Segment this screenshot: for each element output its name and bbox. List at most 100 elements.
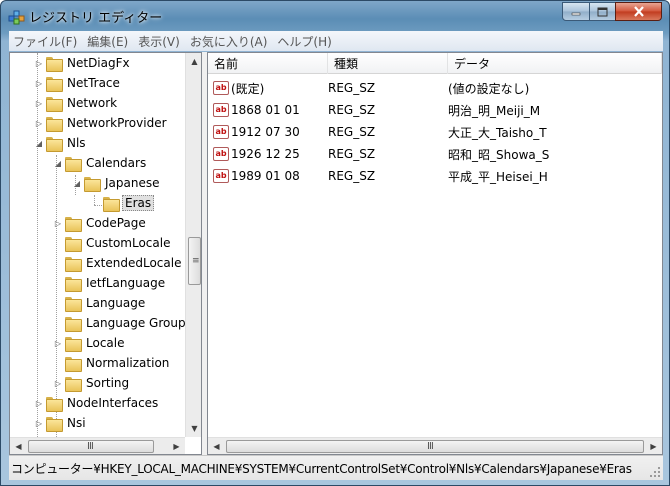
folder-icon (65, 276, 82, 292)
folder-icon (65, 156, 82, 172)
tree-item-calendars[interactable]: ◢ Calendars (53, 153, 148, 173)
menu-file[interactable]: ファイル(F) (9, 33, 81, 50)
folder-icon (65, 356, 82, 372)
status-bar: コンピューター¥HKEY_LOCAL_MACHINE¥SYSTEM¥Curren… (9, 455, 663, 480)
column-header-data[interactable]: データ (448, 53, 662, 74)
value-row[interactable]: ab 1912 07 30 REG_SZ 大正_大_Taisho_T (208, 121, 662, 143)
tree-item-label: Nsi (67, 416, 86, 430)
string-value-icon: ab (213, 81, 229, 95)
tree-item-label: Eras (122, 195, 155, 211)
value-row[interactable]: ab 1868 01 01 REG_SZ 明治_明_Meiji_M (208, 99, 662, 121)
tree-item-japanese[interactable]: ◢ Japanese (72, 173, 162, 193)
tree-item-normalization[interactable]: Normalization (63, 353, 171, 373)
tree-item-nodeinterfaces[interactable]: ▷ NodeInterfaces (34, 393, 160, 413)
folder-icon (46, 136, 63, 152)
value-row[interactable]: ab (既定) REG_SZ (値の設定なし) (208, 77, 662, 99)
close-icon (633, 6, 644, 17)
folder-icon (65, 236, 82, 252)
scroll-left-arrow-icon[interactable]: ◀ (10, 438, 27, 454)
value-data: 平成_平_Heisei_H (448, 169, 548, 184)
scroll-right-arrow-icon[interactable]: ▶ (645, 438, 662, 454)
title-bar[interactable]: レジストリ エディター (1, 1, 669, 31)
grip-icon: Ⅲ (87, 441, 94, 452)
value-data: (値の設定なし) (448, 81, 530, 96)
scroll-down-arrow-icon[interactable]: ▼ (186, 420, 201, 437)
folder-icon (65, 336, 82, 352)
tree-vertical-scrollbar[interactable]: ▲ ≡ ▼ (185, 53, 201, 437)
tree-item-language-group[interactable]: Language Group (63, 313, 186, 333)
tree-item-label: Language (86, 296, 146, 310)
expand-arrow-icon[interactable]: ▷ (34, 113, 44, 133)
tree-item-sorting[interactable]: ▷ Sorting (53, 373, 131, 393)
collapse-arrow-icon[interactable]: ◢ (34, 133, 44, 153)
scroll-right-arrow-icon[interactable]: ▶ (168, 438, 185, 454)
value-type: REG_SZ (328, 147, 376, 161)
tree-item-label: Network (67, 96, 118, 110)
key-tree[interactable]: ▷ NetDiagFx ▷ NetTrace ▷ Network ▷ Netwo… (9, 52, 202, 455)
expand-arrow-icon[interactable]: ▷ (53, 213, 63, 233)
tree-item-label: Language Group (86, 316, 186, 330)
tree-vertical-scroll-thumb[interactable]: ≡ (188, 237, 201, 285)
expand-arrow-icon[interactable]: ▷ (34, 53, 44, 73)
minimize-icon (571, 12, 581, 15)
tree-item-label: ExtendedLocale (86, 256, 182, 270)
folder-icon (46, 76, 63, 92)
column-header-type[interactable]: 種類 (328, 53, 448, 74)
value-type: REG_SZ (328, 125, 376, 139)
list-horizontal-scrollbar[interactable]: ◀ Ⅲ ▶ (208, 437, 662, 454)
tree-item-nsi[interactable]: ▷ Nsi (34, 413, 88, 433)
tree-guide-line (94, 195, 95, 205)
column-header-name[interactable]: 名前 (208, 53, 328, 74)
tree-item-label: Calendars (86, 156, 147, 170)
tree-item-nls[interactable]: ◢ Nls (34, 133, 88, 153)
tree-item-networkprovider[interactable]: ▷ NetworkProvider (34, 113, 169, 133)
client-area: ▷ NetDiagFx ▷ NetTrace ▷ Network ▷ Netwo… (9, 52, 663, 455)
folder-icon (65, 376, 82, 392)
folder-icon (46, 396, 63, 412)
menu-view[interactable]: 表示(V) (134, 33, 184, 50)
expand-arrow-icon[interactable]: ▷ (34, 413, 44, 433)
value-row[interactable]: ab 1989 01 08 REG_SZ 平成_平_Heisei_H (208, 165, 662, 187)
expand-arrow-icon[interactable]: ▷ (34, 393, 44, 413)
tree-content: ▷ NetDiagFx ▷ NetTrace ▷ Network ▷ Netwo… (10, 53, 186, 437)
tree-item-eras[interactable]: Eras (101, 193, 155, 213)
expand-arrow-icon[interactable]: ▷ (53, 333, 63, 353)
tree-item-netdiagfx[interactable]: ▷ NetDiagFx (34, 53, 132, 73)
list-horizontal-scroll-thumb[interactable]: Ⅲ (226, 440, 644, 453)
expand-arrow-icon[interactable]: ▷ (53, 373, 63, 393)
menu-help[interactable]: ヘルプ(H) (273, 33, 335, 50)
collapse-arrow-icon[interactable]: ◢ (53, 153, 63, 173)
tree-item-customlocale[interactable]: CustomLocale (63, 233, 172, 253)
value-name: 1989 01 08 (231, 169, 300, 183)
menu-favorites[interactable]: お気に入り(A) (186, 33, 272, 50)
menu-edit[interactable]: 編集(E) (83, 33, 132, 50)
collapse-arrow-icon[interactable]: ◢ (72, 173, 82, 193)
tree-item-ietflanguage[interactable]: IetfLanguage (63, 273, 167, 293)
tree-item-label: NetworkProvider (67, 116, 167, 130)
value-row[interactable]: ab 1926 12 25 REG_SZ 昭和_昭_Showa_S (208, 143, 662, 165)
value-list[interactable]: 名前 種類 データ ab (既定) REG_SZ (値の設定なし) ab 186… (207, 52, 663, 455)
folder-open-icon (103, 196, 120, 212)
value-name: (既定) (231, 81, 265, 96)
expand-arrow-icon[interactable]: ▷ (34, 93, 44, 113)
tree-item-extendedlocale[interactable]: ExtendedLocale (63, 253, 183, 273)
tree-horizontal-scrollbar[interactable]: ◀ Ⅲ ▶ (10, 437, 185, 454)
maximize-icon (597, 7, 608, 16)
tree-item-network[interactable]: ▷ Network (34, 93, 119, 113)
maximize-button[interactable] (589, 2, 616, 21)
tree-horizontal-scroll-thumb[interactable]: Ⅲ (28, 440, 154, 453)
menu-bar: ファイル(F) 編集(E) 表示(V) お気に入り(A) ヘルプ(H) (9, 31, 663, 51)
tree-item-language[interactable]: Language (63, 293, 147, 313)
minimize-button[interactable] (562, 2, 590, 21)
scroll-up-arrow-icon[interactable]: ▲ (186, 53, 201, 70)
expand-arrow-icon[interactable]: ▷ (34, 73, 44, 93)
tree-item-nettrace[interactable]: ▷ NetTrace (34, 73, 122, 93)
tree-item-codepage[interactable]: ▷ CodePage (53, 213, 148, 233)
folder-icon (65, 216, 82, 232)
close-button[interactable] (615, 2, 662, 21)
tree-item-locale[interactable]: ▷ Locale (53, 333, 126, 353)
scroll-left-arrow-icon[interactable]: ◀ (208, 438, 225, 454)
value-data: 大正_大_Taisho_T (448, 125, 547, 140)
tree-item-label: CustomLocale (86, 236, 171, 250)
size-grip-icon[interactable] (649, 466, 661, 478)
